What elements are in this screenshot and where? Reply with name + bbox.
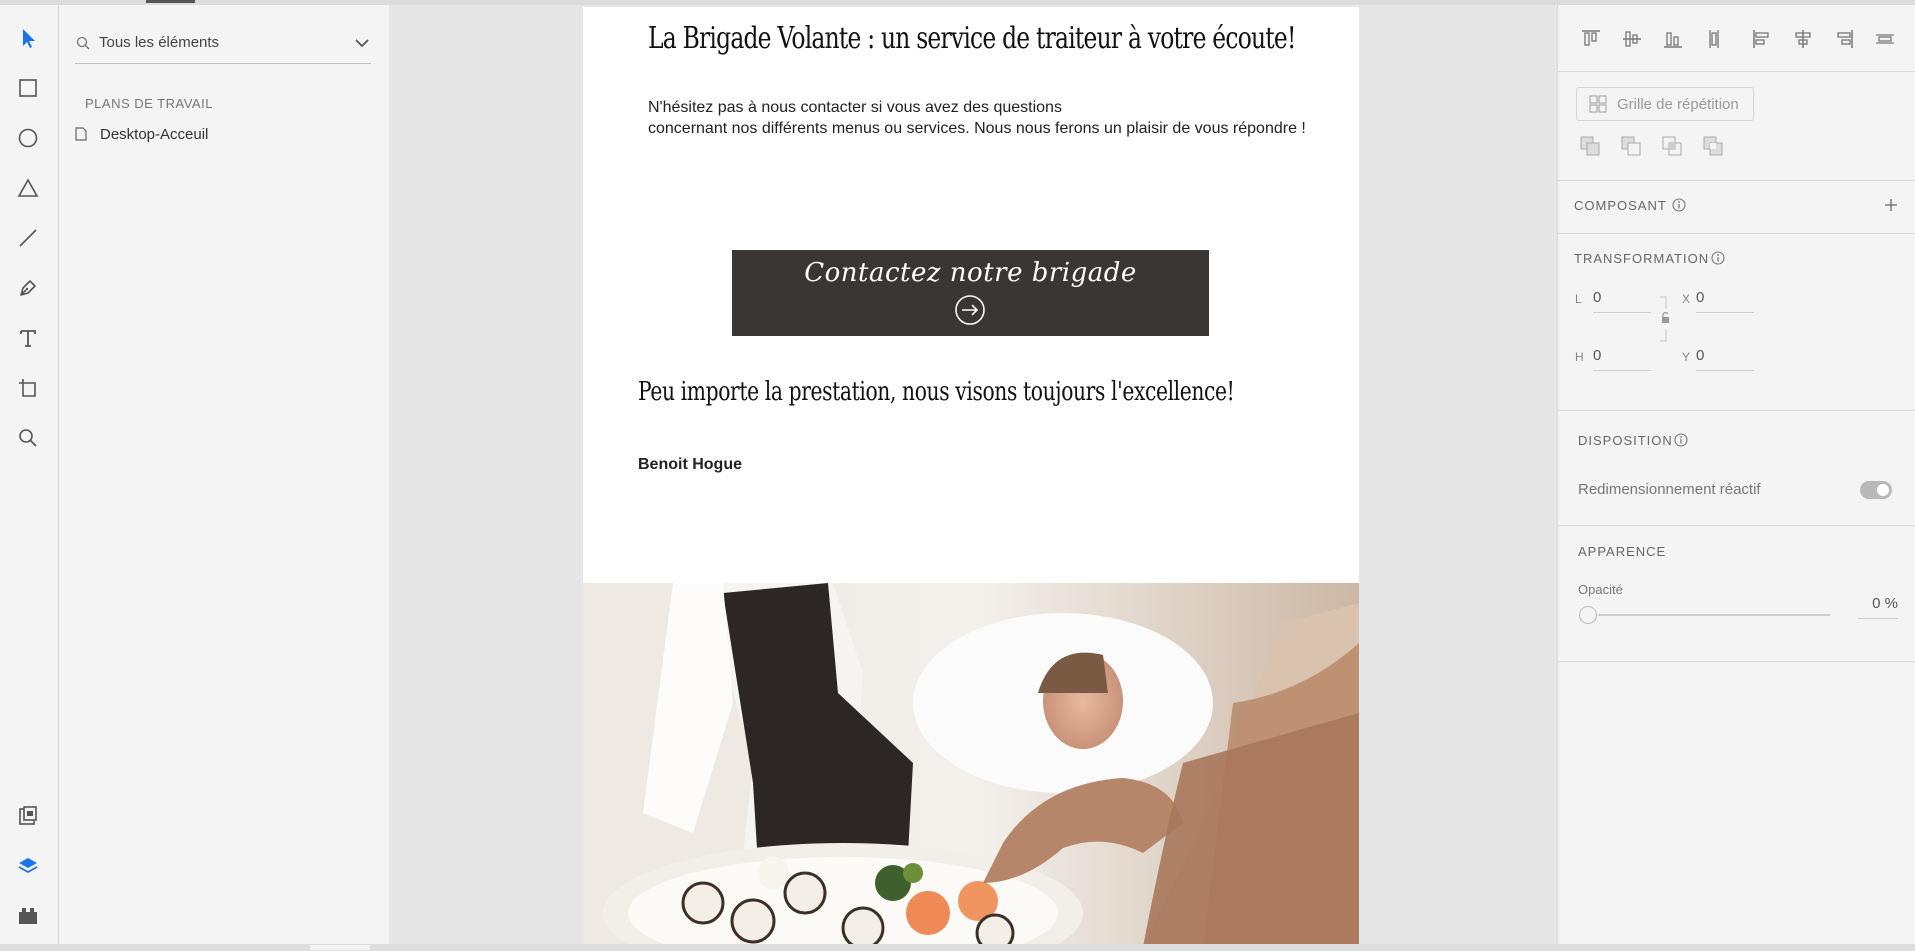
repeat-grid-label: Grille de répétition: [1617, 95, 1739, 113]
component-section-title: COMPOSANT: [1574, 198, 1667, 213]
layers-filter-label: Tous les éléments: [99, 34, 220, 51]
assets-icon: [19, 806, 37, 825]
layers-panel: Tous les éléments PLANS DE TRAVAIL Deskt…: [59, 5, 389, 947]
layers-filter[interactable]: Tous les éléments: [75, 23, 371, 64]
opacity-slider-handle[interactable]: [1579, 606, 1597, 624]
add-boolean-icon[interactable]: [1579, 135, 1601, 157]
responsive-resize-label: Redimensionnement réactif: [1578, 481, 1761, 498]
appearance-section-title: APPARENCE: [1578, 544, 1667, 559]
select-tool[interactable]: [15, 25, 41, 51]
text-icon: [20, 330, 36, 347]
exclude-boolean-icon[interactable]: [1702, 135, 1724, 157]
align-top-icon[interactable]: [1579, 27, 1603, 51]
contact-paragraph[interactable]: N'hésitez pas à nous contacter si vous a…: [648, 97, 1306, 139]
catering-photo[interactable]: [583, 583, 1359, 947]
active-tab-indicator: [146, 0, 195, 3]
triangle-icon: [17, 178, 39, 197]
rectangle-tool[interactable]: [15, 75, 41, 101]
line-tool[interactable]: [15, 225, 41, 251]
chevron-down-icon[interactable]: [353, 35, 371, 51]
pen-icon: [20, 280, 36, 296]
ellipse-tool[interactable]: [15, 125, 41, 151]
divider: [1558, 233, 1915, 234]
repeat-grid-button[interactable]: Grille de répétition: [1576, 87, 1754, 121]
plugins-icon: [19, 908, 37, 924]
height-field-letter: H: [1575, 350, 1584, 364]
lock-aspect-icon[interactable]: [1658, 295, 1672, 343]
divider: [1558, 180, 1915, 181]
align-right-icon[interactable]: [1832, 27, 1856, 51]
artboard-tool[interactable]: [15, 375, 41, 401]
align-left-icon[interactable]: [1750, 27, 1774, 51]
artboard-desktop-acceuil[interactable]: La Brigade Volante : un service de trait…: [583, 7, 1359, 947]
divider: [1558, 661, 1915, 662]
artboards-section-title: PLANS DE TRAVAIL: [85, 96, 213, 111]
distribute-horizontal-icon[interactable]: [1873, 27, 1897, 51]
scrollbar-thumb[interactable]: [310, 945, 370, 950]
layer-item-artboard[interactable]: Desktop-Acceuil: [75, 122, 208, 146]
opacity-slider-track[interactable]: [1598, 614, 1830, 616]
properties-panel: Grille de répétition COMPOSANT TRANSFORM…: [1557, 5, 1915, 947]
design-canvas[interactable]: La Brigade Volante : un service de trait…: [389, 5, 1557, 947]
x-field-letter: X: [1682, 292, 1691, 306]
arrow-right-circle-icon: [955, 295, 985, 325]
search-icon: [76, 36, 90, 50]
paragraph-line-2: concernant nos différents menus ou servi…: [648, 120, 1306, 137]
x-field[interactable]: 0: [1696, 289, 1754, 313]
responsive-resize-toggle[interactable]: [1860, 481, 1892, 499]
y-field-letter: Y: [1682, 350, 1691, 364]
align-center-icon[interactable]: [1791, 27, 1815, 51]
intersect-boolean-icon[interactable]: [1661, 135, 1683, 157]
align-middle-icon[interactable]: [1620, 27, 1644, 51]
artboard-icon: [19, 379, 36, 397]
transform-section-title: TRANSFORMATION: [1574, 251, 1710, 266]
contact-button-label: Contactez notre brigade: [804, 258, 1137, 288]
paragraph-line-1: N'hésitez pas à nous contacter si vous a…: [648, 99, 1062, 116]
page-heading[interactable]: La Brigade Volante : un service de trait…: [648, 21, 1296, 56]
y-field[interactable]: 0: [1696, 347, 1754, 371]
line-icon: [19, 229, 37, 247]
rectangle-icon: [19, 79, 37, 97]
repeat-grid-icon: [1589, 95, 1607, 113]
horizontal-scrollbar[interactable]: [0, 944, 1915, 951]
magnifier-icon: [19, 429, 37, 447]
document-assets-button[interactable]: [15, 803, 41, 829]
opacity-value-field[interactable]: 0 %: [1858, 595, 1898, 619]
opacity-label: Opacité: [1578, 582, 1623, 597]
info-icon[interactable]: [1674, 433, 1688, 447]
layers-icon: [18, 858, 38, 874]
distribute-vertical-icon[interactable]: [1702, 27, 1726, 51]
author-name[interactable]: Benoit Hogue: [638, 456, 742, 474]
divider: [1558, 71, 1915, 72]
info-icon[interactable]: [1711, 251, 1725, 265]
artboard-page-icon: [75, 127, 87, 141]
divider: [1558, 525, 1915, 526]
excellence-heading[interactable]: Peu importe la prestation, nous visons t…: [638, 377, 1235, 407]
layers-button[interactable]: [15, 853, 41, 879]
layout-section-title: DISPOSITION: [1578, 433, 1673, 448]
align-bottom-icon[interactable]: [1661, 27, 1685, 51]
width-field-letter: L: [1575, 292, 1582, 306]
tool-rail: [0, 5, 59, 947]
text-tool[interactable]: [15, 325, 41, 351]
ellipse-icon: [18, 128, 38, 148]
contact-button[interactable]: Contactez notre brigade: [732, 250, 1209, 336]
plugins-button[interactable]: [15, 903, 41, 929]
pen-tool[interactable]: [15, 275, 41, 301]
divider: [1558, 410, 1915, 411]
height-field[interactable]: 0: [1593, 347, 1651, 371]
layer-item-label: Desktop-Acceuil: [100, 125, 209, 143]
polygon-tool[interactable]: [15, 175, 41, 201]
subtract-boolean-icon[interactable]: [1620, 135, 1642, 157]
plus-icon[interactable]: [1884, 198, 1898, 212]
arrow-pointer-icon: [23, 29, 35, 48]
width-field[interactable]: 0: [1593, 289, 1651, 313]
info-icon[interactable]: [1672, 198, 1686, 212]
zoom-tool[interactable]: [15, 425, 41, 451]
